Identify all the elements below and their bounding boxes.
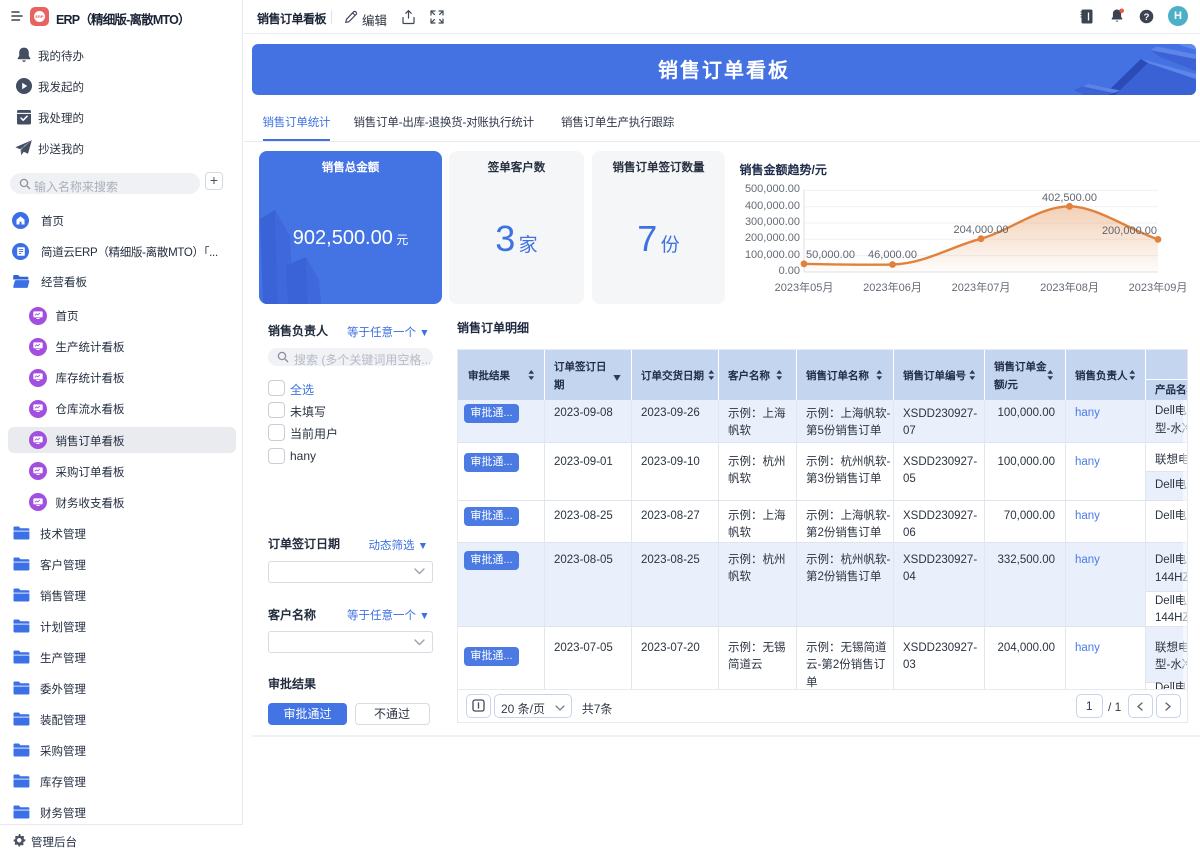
svg-text:?: ? [1144,12,1150,23]
